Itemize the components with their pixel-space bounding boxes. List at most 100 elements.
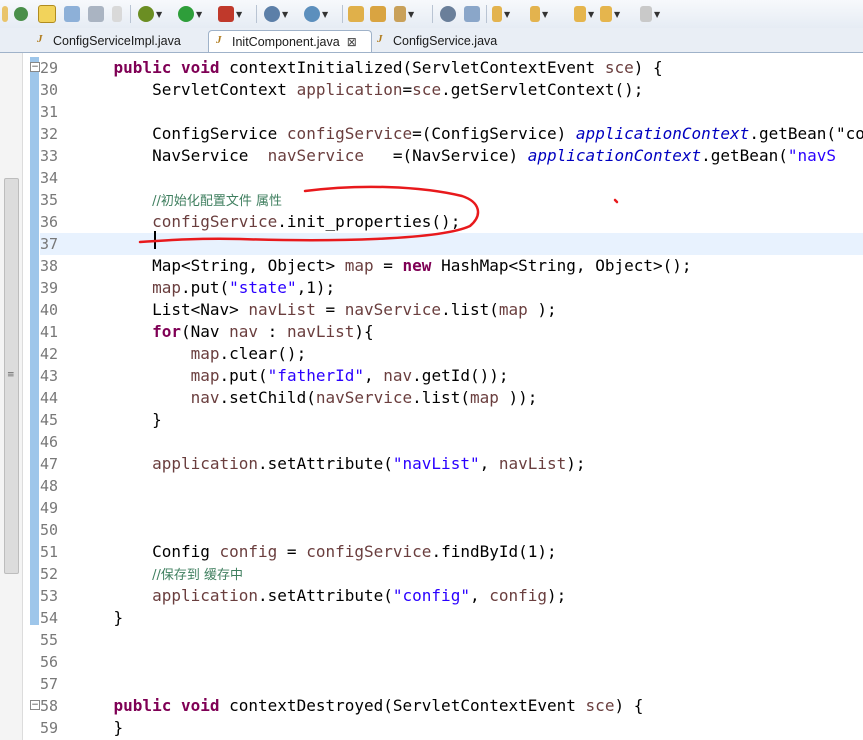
code-line[interactable]: 51 Config config = configService.findByI… [40, 541, 863, 563]
code-line[interactable]: 50 [40, 519, 863, 541]
code-editor[interactable]: 29− public void contextInitialized(Servl… [30, 53, 863, 740]
line-number: 56 [40, 653, 59, 671]
open-folder-icon[interactable] [370, 5, 386, 23]
code-text: map.put("fatherId", nav.getId()); [190, 366, 509, 385]
code-text: public void contextInitialized(ServletCo… [113, 58, 663, 77]
debug-icon[interactable]: ▼ [138, 5, 162, 23]
code-line[interactable]: 52 //保存到 缓存中 [40, 563, 863, 585]
code-text: ConfigService configService=(ConfigServi… [75, 124, 863, 143]
code-line[interactable]: 59 } [40, 717, 863, 739]
run-icon[interactable]: ▼ [178, 5, 202, 23]
new-java-project-icon[interactable]: ▼ [264, 5, 288, 23]
search-icon[interactable] [440, 5, 456, 23]
code-line[interactable]: 40 List<Nav> navList = navService.list(m… [40, 299, 863, 321]
fold-toggle-icon[interactable]: − [30, 700, 40, 710]
tab-initcomponent[interactable]: InitComponent.java ⊠ [208, 30, 372, 52]
line-number: 49 [40, 499, 59, 517]
debug-icon[interactable] [88, 5, 104, 23]
package-icon[interactable] [2, 5, 8, 23]
code-text: List<Nav> navList = navService.list(map … [75, 300, 557, 319]
back-icon[interactable]: ▼ [600, 5, 620, 23]
toolbar-separator [256, 5, 257, 23]
new-class-icon[interactable]: ▼ [304, 5, 328, 23]
code-line[interactable]: 43 map.put("fatherId", nav.getId()); [40, 365, 863, 387]
text-caret [154, 231, 156, 249]
toolbar-separator [486, 5, 487, 23]
code-line[interactable]: 57 [40, 673, 863, 695]
line-number: 46 [40, 433, 59, 451]
code-line[interactable]: 45 } [40, 409, 863, 431]
code-line[interactable]: 47 application.setAttribute("navList", n… [40, 453, 863, 475]
code-text: nav.setChild(navService.list(map )); [190, 388, 538, 407]
line-number: 31 [40, 103, 59, 121]
code-line[interactable]: 30 ServletContext application=sce.getSer… [40, 79, 863, 101]
code-text: NavService navService =(NavService) appl… [75, 146, 837, 165]
tab-configservice[interactable]: ConfigService.java [370, 30, 516, 51]
code-line[interactable]: 44 nav.setChild(navService.list(map )); [40, 387, 863, 409]
code-text: //保存到 缓存中 [152, 568, 243, 583]
code-line[interactable]: 56 [40, 651, 863, 673]
code-line[interactable]: 31 [40, 101, 863, 123]
line-number: 33 [40, 147, 59, 165]
line-number: 41 [40, 323, 59, 341]
code-text: //初始化配置文件 属性 [152, 194, 282, 209]
line-number: 43 [40, 367, 59, 385]
pen-icon[interactable]: ▼ [394, 5, 414, 23]
toggle-icon[interactable] [38, 5, 56, 23]
code-text: } [75, 410, 162, 429]
line-number: 57 [40, 675, 59, 693]
code-line[interactable]: 42 map.clear(); [40, 343, 863, 365]
pen-icon[interactable] [464, 5, 480, 23]
line-number: 47 [40, 455, 59, 473]
run-icon[interactable] [112, 5, 122, 23]
code-text: application.setAttribute("config", confi… [152, 586, 567, 605]
save-icon[interactable] [64, 5, 80, 23]
line-number: 30 [40, 81, 59, 99]
close-icon[interactable]: ⊠ [347, 35, 357, 49]
code-text: ServletContext application=sce.getServle… [75, 80, 644, 99]
line-number: 36 [40, 213, 59, 231]
code-line[interactable]: 34 [40, 167, 863, 189]
code-line[interactable]: 38 Map<String, Object> map = new HashMap… [40, 255, 863, 277]
line-number: 32 [40, 125, 59, 143]
scroll-grip-icon[interactable]: ≡ [7, 370, 15, 380]
prev-annotation-icon[interactable]: ▼ [530, 5, 548, 23]
next-annotation-icon[interactable]: ▼ [492, 5, 510, 23]
main-toolbar: ▼ ▼ ▼ ▼ ▼ ▼ ▼ ▼ ▼ ▼ ▼ [0, 0, 863, 29]
back-icon[interactable]: ▼ [574, 5, 594, 23]
code-line[interactable]: 54 } [40, 607, 863, 629]
open-type-icon[interactable] [348, 5, 364, 23]
toolbar-separator [342, 5, 343, 23]
code-line[interactable]: 49 [40, 497, 863, 519]
code-text: public void contextDestroyed(ServletCont… [113, 696, 644, 715]
code-line[interactable]: 33 NavService navService =(NavService) a… [40, 145, 863, 167]
code-text: Config config = configService.findById(1… [75, 542, 557, 561]
line-number: 29 [40, 59, 59, 77]
code-line[interactable]: 37 [40, 233, 863, 255]
tab-configserviceimpl[interactable]: ConfigServiceImpl.java [30, 30, 206, 51]
line-number: 58 [40, 697, 59, 715]
code-line[interactable]: 46 [40, 431, 863, 453]
line-number: 59 [40, 719, 59, 737]
line-number: 54 [40, 609, 59, 627]
external-tools-icon[interactable]: ▼ [218, 5, 242, 23]
fold-toggle-icon[interactable]: − [30, 62, 40, 72]
code-line[interactable]: 41 for(Nav nav : navList){ [40, 321, 863, 343]
code-line[interactable]: 48 [40, 475, 863, 497]
line-number: 35 [40, 191, 59, 209]
code-text: map.put("state",1); [152, 278, 336, 297]
code-line[interactable]: 36 configService.init_properties(); [40, 211, 863, 233]
sync-icon[interactable] [14, 5, 28, 23]
toolbar-separator [432, 5, 433, 23]
code-line[interactable]: 35 //初始化配置文件 属性 [40, 189, 863, 211]
line-number: 45 [40, 411, 59, 429]
code-line[interactable]: 39 map.put("state",1); [40, 277, 863, 299]
code-line[interactable]: 53 application.setAttribute("config", co… [40, 585, 863, 607]
code-line[interactable]: 29− public void contextInitialized(Servl… [30, 57, 863, 79]
code-line[interactable]: 55 [40, 629, 863, 651]
tab-label: ConfigServiceImpl.java [53, 33, 181, 48]
code-text: } [75, 718, 124, 737]
forward-icon[interactable]: ▼ [640, 5, 660, 23]
code-line[interactable]: 32 ConfigService configService=(ConfigSe… [40, 123, 863, 145]
code-line[interactable]: 58− public void contextDestroyed(Servlet… [30, 695, 863, 717]
